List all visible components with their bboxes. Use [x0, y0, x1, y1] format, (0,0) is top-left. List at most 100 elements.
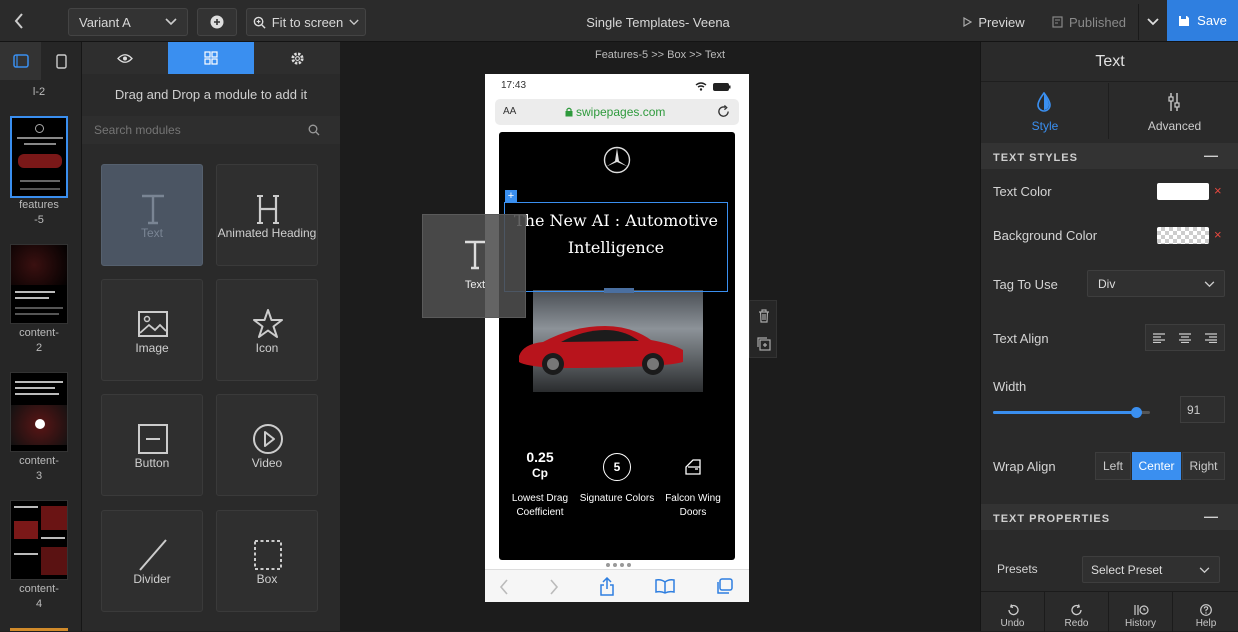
tab-style[interactable]: Style — [981, 83, 1109, 139]
section-thumbnail-content-4[interactable] — [10, 500, 68, 580]
page-title: Single Templates- Veena — [586, 14, 730, 30]
variant-select[interactable]: Variant A — [68, 8, 188, 36]
properties-panel: Text Style Advanced TEXT STYLES — Text Co… — [980, 42, 1238, 632]
collapse-icon[interactable]: — — [1204, 148, 1219, 162]
section-thumbnail-content-3[interactable] — [10, 372, 68, 452]
headline-text[interactable]: The New AI : Automotive Intelligence — [505, 207, 727, 261]
star-icon — [253, 309, 283, 338]
resize-handle[interactable] — [604, 288, 634, 293]
selected-text-element[interactable]: The New AI : Automotive Intelligence — [504, 202, 728, 293]
zoom-label: Fit to screen — [271, 14, 344, 30]
tabs-icon[interactable] — [715, 578, 733, 595]
eye-icon — [117, 53, 133, 63]
width-slider-thumb[interactable] — [1130, 407, 1142, 418]
chevron-left-icon — [14, 13, 23, 29]
text-color-swatch[interactable] — [1157, 183, 1209, 200]
section-thumbnail-content-2[interactable] — [10, 244, 68, 324]
animated-heading-icon — [257, 195, 279, 224]
text-color-label: Text Color — [993, 184, 1052, 199]
share-icon[interactable] — [599, 577, 615, 596]
tag-select[interactable]: Div — [1087, 270, 1225, 297]
clear-bg-color-icon[interactable]: × — [1214, 227, 1222, 242]
section-text-styles[interactable]: TEXT STYLES — — [981, 143, 1238, 169]
tab-advanced[interactable]: Advanced — [1110, 83, 1238, 139]
car-image[interactable] — [519, 290, 703, 392]
reload-icon[interactable] — [717, 105, 730, 118]
align-center-button[interactable] — [1172, 325, 1198, 350]
tag-label: Tag To Use — [993, 277, 1058, 292]
align-right-button[interactable] — [1198, 325, 1224, 350]
text-align-group — [1145, 324, 1225, 351]
desktop-icon — [12, 54, 29, 68]
duplicate-icon[interactable] — [757, 337, 771, 351]
browser-back-icon[interactable] — [499, 579, 509, 595]
breadcrumb: Features-5 >> Box >> Text — [594, 49, 726, 61]
collapse-icon[interactable]: — — [1204, 509, 1219, 523]
search-icon — [308, 124, 320, 136]
module-tile-animated-heading[interactable]: Animated Heading — [216, 164, 318, 266]
width-slider[interactable] — [993, 407, 1150, 418]
section-label-content-4: content- 4 — [19, 583, 59, 610]
mobile-view-button[interactable] — [41, 42, 81, 80]
desktop-view-button[interactable] — [0, 42, 41, 80]
car-illustration — [519, 326, 683, 375]
brand-logo-icon — [603, 146, 631, 174]
published-button[interactable]: Published — [1046, 8, 1132, 36]
browser-url-bar[interactable]: AA swipepages.com — [495, 99, 739, 125]
back-button[interactable] — [8, 8, 30, 34]
help-button[interactable]: Help — [1174, 592, 1238, 632]
clear-text-color-icon[interactable]: × — [1214, 183, 1222, 198]
car-door-icon — [685, 459, 701, 475]
sections-rail: l-2 features -5 content- 2 content- 3 conte… — [0, 42, 82, 631]
top-bar: Variant A Fit to screen Single Templates… — [0, 0, 1238, 42]
history-toolbar: Undo Redo History Help — [981, 591, 1238, 632]
add-variant-button[interactable] — [197, 8, 237, 36]
module-tile-button[interactable]: Button — [101, 394, 203, 496]
help-icon — [1200, 604, 1212, 616]
preview-button[interactable]: Preview — [958, 8, 1030, 36]
history-icon — [1133, 605, 1149, 615]
redo-button[interactable]: Redo — [1045, 592, 1109, 632]
wrap-center-button[interactable]: Center — [1132, 452, 1181, 480]
more-options-button[interactable] — [1138, 4, 1166, 40]
module-panel: Drag and Drop a module to add it Text An… — [82, 42, 340, 631]
features-section[interactable]: 0.25 Cp Lowest Drag Coefficient 5 Signat… — [499, 132, 735, 560]
editor-canvas[interactable]: Features-5 >> Box >> Text 17:43 AA swipe… — [340, 42, 980, 631]
module-tile-divider[interactable]: Divider — [101, 510, 203, 612]
align-right-icon — [1205, 332, 1217, 343]
zoom-select[interactable]: Fit to screen — [246, 8, 366, 36]
tab-modules[interactable] — [168, 42, 254, 74]
play-icon — [963, 17, 973, 27]
section-label-content-2: content- 2 — [19, 327, 59, 354]
presets-select[interactable]: Select Preset — [1082, 556, 1220, 583]
text-icon — [142, 194, 164, 225]
module-tile-text[interactable]: Text — [101, 164, 203, 266]
undo-button[interactable]: Undo — [981, 592, 1045, 632]
module-tile-icon[interactable]: Icon — [216, 279, 318, 381]
wrap-right-button[interactable]: Right — [1182, 452, 1225, 480]
add-element-button[interactable]: + — [505, 190, 517, 202]
browser-forward-icon[interactable] — [549, 579, 559, 595]
search-input[interactable] — [94, 122, 294, 138]
width-input[interactable]: 91 — [1180, 396, 1225, 423]
section-text-properties[interactable]: TEXT PROPERTIES — — [981, 504, 1238, 530]
align-left-button[interactable] — [1146, 325, 1172, 350]
module-tile-image[interactable]: Image — [101, 279, 203, 381]
bookmarks-icon[interactable] — [655, 579, 675, 594]
bg-color-swatch[interactable] — [1157, 227, 1209, 244]
section-thumbnail-features-5[interactable] — [10, 116, 68, 198]
module-tile-box[interactable]: Box — [216, 510, 318, 612]
tab-settings[interactable] — [254, 42, 340, 74]
browser-toolbar — [485, 569, 749, 602]
search-bar — [82, 116, 340, 144]
wrap-left-button[interactable]: Left — [1095, 452, 1131, 480]
trash-icon[interactable] — [758, 309, 770, 323]
history-button[interactable]: History — [1109, 592, 1173, 632]
text-size-button[interactable]: AA — [503, 106, 516, 117]
tab-advanced-label: Advanced — [1147, 119, 1202, 133]
module-tile-video[interactable]: Video — [216, 394, 318, 496]
tab-visibility[interactable] — [82, 42, 168, 74]
width-slider-fill — [993, 411, 1136, 414]
save-button[interactable]: Save — [1167, 0, 1238, 41]
wifi-icon — [695, 82, 707, 91]
